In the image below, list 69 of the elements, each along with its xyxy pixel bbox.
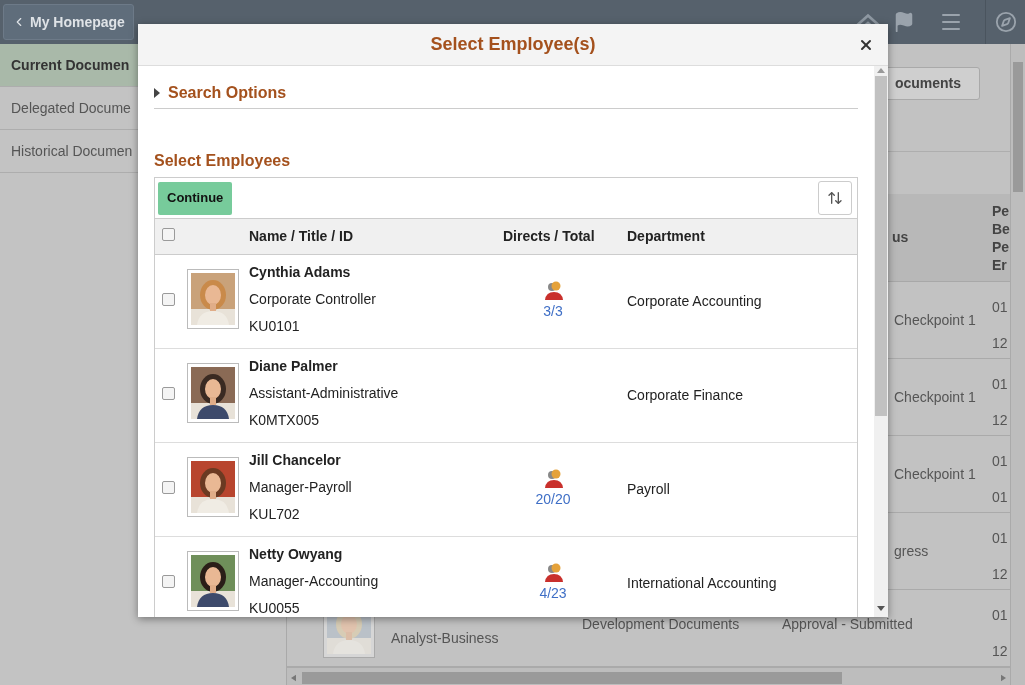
column-header: Department bbox=[627, 227, 705, 246]
dialog-title: Select Employee(s) bbox=[430, 33, 596, 56]
continue-button[interactable]: Continue bbox=[158, 181, 233, 215]
employee-id: KU0055 bbox=[249, 599, 301, 617]
scroll-up-icon[interactable] bbox=[877, 68, 885, 73]
row-checkbox[interactable] bbox=[162, 387, 175, 400]
table-cell-text: Checkpoint 1 bbox=[894, 387, 976, 407]
employee-name[interactable]: Cynthia Adams bbox=[249, 262, 503, 283]
table-cell-text: 12 bbox=[992, 642, 1009, 661]
table-cell-text: 01 bbox=[992, 298, 1009, 317]
employee-name[interactable]: Jill Chancelor bbox=[249, 450, 503, 471]
column-header: us bbox=[892, 228, 909, 247]
department: Payroll bbox=[627, 480, 670, 499]
sort-icon bbox=[827, 190, 843, 206]
table-cell-text: 12 bbox=[992, 334, 1009, 353]
scroll-left-icon[interactable] bbox=[291, 673, 296, 682]
table-cell-text: 12 bbox=[992, 411, 1009, 430]
column-header: Name / Title / ID bbox=[249, 227, 354, 246]
department: Corporate Accounting bbox=[627, 292, 762, 311]
table-cell-text: 01 bbox=[992, 606, 1009, 625]
directs-link[interactable]: 3/3 bbox=[543, 301, 563, 322]
compass-icon bbox=[994, 11, 1017, 33]
employee-id: KU0101 bbox=[249, 317, 301, 336]
search-options-toggle[interactable]: Search Options bbox=[154, 81, 858, 109]
column-header: Directs / Total bbox=[503, 227, 596, 246]
employee-id: K0MTX005 bbox=[249, 411, 321, 430]
expand-icon bbox=[154, 88, 160, 98]
section-title: Select Employees bbox=[154, 151, 292, 171]
department: Corporate Finance bbox=[627, 386, 743, 405]
directs-link[interactable]: 4/23 bbox=[539, 583, 567, 604]
scroll-down-icon[interactable] bbox=[877, 606, 885, 611]
table-cell-text: Development Documents bbox=[582, 615, 740, 634]
flag-icon[interactable] bbox=[893, 11, 915, 33]
department: International Accounting bbox=[627, 574, 777, 593]
employee-name[interactable]: Netty Owyang bbox=[249, 544, 503, 565]
employee-title: Manager-Payroll bbox=[249, 478, 353, 497]
column-header: Be bbox=[992, 219, 1010, 238]
employee-title: Manager-Accounting bbox=[249, 572, 380, 591]
table-cell-text: 01 bbox=[992, 488, 1009, 507]
row-checkbox[interactable] bbox=[162, 575, 175, 588]
people-icon bbox=[542, 281, 564, 301]
directs-link[interactable]: 20/20 bbox=[535, 489, 571, 510]
employee-id: KUL702 bbox=[249, 505, 301, 524]
dialog-scrollbar[interactable] bbox=[874, 66, 888, 617]
back-button[interactable]: My Homepage bbox=[3, 4, 134, 40]
table-cell-text: 01 bbox=[992, 529, 1009, 548]
table-cell-text: 01 bbox=[992, 375, 1009, 394]
table-cell-text: Checkpoint 1 bbox=[894, 310, 976, 330]
select-all-checkbox[interactable] bbox=[162, 228, 175, 241]
scroll-right-icon[interactable] bbox=[1001, 673, 1006, 682]
vertical-scrollbar[interactable] bbox=[1010, 44, 1025, 685]
table-cell-text: Analyst-Business bbox=[391, 628, 499, 648]
table-cell-text: 01 bbox=[992, 452, 1009, 471]
people-icon bbox=[542, 469, 564, 489]
column-header: Pe bbox=[992, 237, 1010, 256]
sort-button[interactable] bbox=[818, 181, 852, 215]
row-checkbox[interactable] bbox=[162, 481, 175, 494]
employee-title: Assistant-Administrative bbox=[249, 384, 400, 403]
table-cell-text: 12 bbox=[992, 565, 1009, 584]
table-cell-text: Checkpoint 1 bbox=[894, 464, 976, 484]
employee-title: Corporate Controller bbox=[249, 290, 377, 309]
people-icon bbox=[542, 563, 564, 583]
row-checkbox[interactable] bbox=[162, 293, 175, 306]
table-cell-text: Approval - Submitted bbox=[782, 615, 913, 634]
table-cell-text: gress bbox=[894, 541, 929, 561]
column-header: Pe bbox=[992, 201, 1010, 220]
horizontal-scrollbar[interactable] bbox=[287, 667, 1010, 685]
column-header: Er bbox=[992, 255, 1008, 274]
employee-name[interactable]: Diane Palmer bbox=[249, 356, 503, 377]
